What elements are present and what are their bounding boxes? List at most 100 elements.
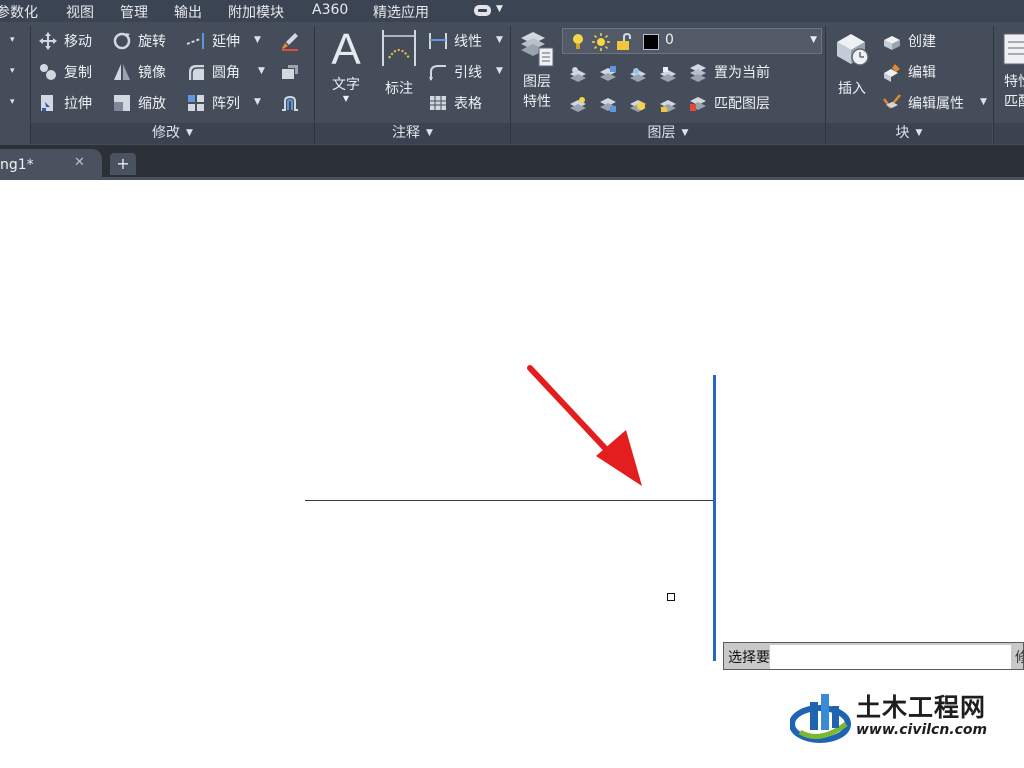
brush-icon bbox=[280, 31, 300, 51]
tab-manage[interactable]: 管理 bbox=[120, 2, 148, 22]
minimize-ribbon-icon bbox=[474, 5, 491, 16]
draw-dropdown-arrow[interactable]: ▾ bbox=[10, 66, 15, 76]
layer-properties-icon bbox=[514, 26, 560, 72]
layer-unisolate-icon bbox=[598, 94, 618, 114]
horizontal-line-entity[interactable] bbox=[305, 500, 714, 501]
tab-featured-apps[interactable]: 精选应用 bbox=[373, 2, 429, 22]
mirror-icon bbox=[112, 62, 132, 82]
chevron-down-icon: ▼ bbox=[496, 4, 503, 14]
text-a-icon: A bbox=[331, 25, 361, 74]
tab-parametric[interactable]: 参数化 bbox=[0, 2, 38, 22]
create-block-button[interactable]: 创建 bbox=[882, 29, 936, 53]
layer-lock-button[interactable] bbox=[658, 62, 680, 86]
layer-unlock-button[interactable] bbox=[658, 92, 680, 116]
layer-properties-button[interactable]: 图层 特性 bbox=[514, 26, 560, 118]
layer-on-bulb-icon bbox=[571, 33, 585, 55]
table-button[interactable]: 表格 bbox=[428, 91, 482, 115]
dimension-button[interactable]: 标注 bbox=[376, 26, 422, 118]
linear-dimension-button[interactable]: 线性 bbox=[428, 29, 482, 53]
plus-icon: + bbox=[116, 154, 130, 173]
annotation-panel-title[interactable]: 注释 ▼ bbox=[315, 123, 510, 144]
match-properties-button[interactable]: 特性 匹配 bbox=[1000, 26, 1024, 118]
layer-unisolate-button[interactable] bbox=[598, 92, 620, 116]
layer-thaw-icon bbox=[628, 94, 648, 114]
ribbon-minimize-toggle[interactable]: ▼ bbox=[474, 4, 506, 18]
tab-view[interactable]: 视图 bbox=[66, 2, 94, 22]
edit-attributes-icon bbox=[882, 93, 902, 113]
autocad-window: 参数化 视图 管理 输出 附加模块 A360 精选应用 ▼ ▾ ▾ ▾ 移动 旋… bbox=[0, 0, 1024, 768]
chevron-down-icon: ▼ bbox=[810, 35, 817, 45]
layers-panel-title[interactable]: 图层 ▼ bbox=[511, 123, 825, 144]
layer-freeze-icon bbox=[628, 64, 648, 84]
explode-button[interactable] bbox=[280, 60, 300, 84]
drawing-canvas[interactable]: 选择要 修 土木工程网 www.civilcn.com bbox=[0, 180, 1024, 768]
match-layer-icon bbox=[688, 93, 708, 113]
command-tooltip: 选择要 修 bbox=[723, 642, 1024, 670]
edit-attributes-dropdown-arrow[interactable]: ▼ bbox=[980, 97, 987, 107]
mirror-button[interactable]: 镜像 bbox=[112, 60, 166, 84]
leader-icon bbox=[428, 62, 448, 82]
insert-block-button[interactable]: 插入 bbox=[830, 26, 874, 118]
scale-button[interactable]: 缩放 bbox=[112, 91, 166, 115]
explode-icon bbox=[280, 62, 300, 82]
linear-dimension-icon bbox=[428, 31, 448, 51]
selected-vertical-line-entity[interactable] bbox=[713, 375, 716, 661]
match-layer-button[interactable]: 匹配图层 bbox=[688, 91, 770, 115]
close-icon[interactable]: ✕ bbox=[74, 155, 85, 170]
create-block-icon bbox=[882, 31, 902, 51]
draw-dropdown-arrow[interactable]: ▾ bbox=[10, 35, 15, 45]
rotate-button[interactable]: 旋转 bbox=[112, 29, 166, 53]
tab-addins[interactable]: 附加模块 bbox=[228, 2, 284, 22]
fillet-button[interactable]: 圆角 bbox=[186, 60, 240, 84]
layer-dropdown[interactable]: 0 ▼ bbox=[562, 28, 822, 54]
insert-block-icon bbox=[830, 26, 874, 72]
properties-panel-title[interactable] bbox=[994, 123, 1024, 144]
make-current-button[interactable]: 置为当前 bbox=[688, 60, 770, 84]
layer-thaw-button[interactable] bbox=[628, 92, 650, 116]
tab-a360[interactable]: A360 bbox=[312, 2, 348, 18]
erase-brush-button[interactable] bbox=[280, 29, 300, 53]
offset-icon bbox=[280, 93, 300, 113]
extend-dropdown-arrow[interactable]: ▼ bbox=[254, 35, 261, 45]
leader-dropdown-arrow[interactable]: ▼ bbox=[496, 66, 503, 76]
move-button[interactable]: 移动 bbox=[38, 29, 92, 53]
edit-block-button[interactable]: 编辑 bbox=[882, 60, 936, 84]
sun-thaw-icon bbox=[591, 32, 611, 56]
chevron-down-icon: ▼ bbox=[342, 94, 350, 103]
match-properties-icon bbox=[1000, 26, 1024, 72]
fillet-icon bbox=[186, 62, 206, 82]
text-button[interactable]: A 文字 ▼ bbox=[322, 26, 370, 118]
extend-button[interactable]: 延伸 bbox=[186, 29, 240, 53]
table-icon bbox=[428, 93, 448, 113]
layer-on-all-button[interactable] bbox=[568, 92, 590, 116]
scale-icon bbox=[112, 93, 132, 113]
offset-button[interactable] bbox=[280, 91, 300, 115]
edit-attributes-button[interactable]: 编辑属性 bbox=[882, 91, 964, 115]
array-icon bbox=[186, 93, 206, 113]
copy-icon bbox=[38, 62, 58, 82]
stretch-button[interactable]: 拉伸 bbox=[38, 91, 92, 115]
array-dropdown-arrow[interactable]: ▼ bbox=[254, 97, 261, 107]
leader-button[interactable]: 引线 bbox=[428, 60, 482, 84]
new-tab-button[interactable]: + bbox=[110, 153, 136, 175]
make-current-icon bbox=[688, 62, 708, 82]
fillet-dropdown-arrow[interactable]: ▼ bbox=[258, 66, 265, 76]
block-panel-title[interactable]: 块 ▼ bbox=[826, 123, 992, 144]
chevron-down-icon: ▼ bbox=[681, 128, 689, 138]
tab-output[interactable]: 输出 bbox=[174, 2, 202, 22]
document-tab-drawing1[interactable]: ng1* ✕ bbox=[0, 149, 102, 180]
red-annotation-arrow-icon bbox=[527, 365, 642, 486]
copy-button[interactable]: 复制 bbox=[38, 60, 92, 84]
chevron-down-icon: ▼ bbox=[426, 128, 433, 138]
ribbon-tab-bar: 参数化 视图 管理 输出 附加模块 A360 精选应用 ▼ bbox=[0, 0, 1024, 22]
layer-off-icon bbox=[568, 64, 588, 84]
layer-freeze-button[interactable] bbox=[628, 62, 650, 86]
watermark: 土木工程网 www.civilcn.com bbox=[770, 682, 1024, 768]
linear-dropdown-arrow[interactable]: ▼ bbox=[496, 35, 503, 45]
dimension-icon bbox=[376, 26, 422, 74]
modify-panel-title[interactable]: 修改 ▼ bbox=[31, 123, 314, 144]
array-button[interactable]: 阵列 bbox=[186, 91, 240, 115]
layer-isolate-button[interactable] bbox=[598, 62, 620, 86]
layer-off-button[interactable] bbox=[568, 62, 590, 86]
draw-dropdown-arrow[interactable]: ▾ bbox=[10, 97, 15, 107]
